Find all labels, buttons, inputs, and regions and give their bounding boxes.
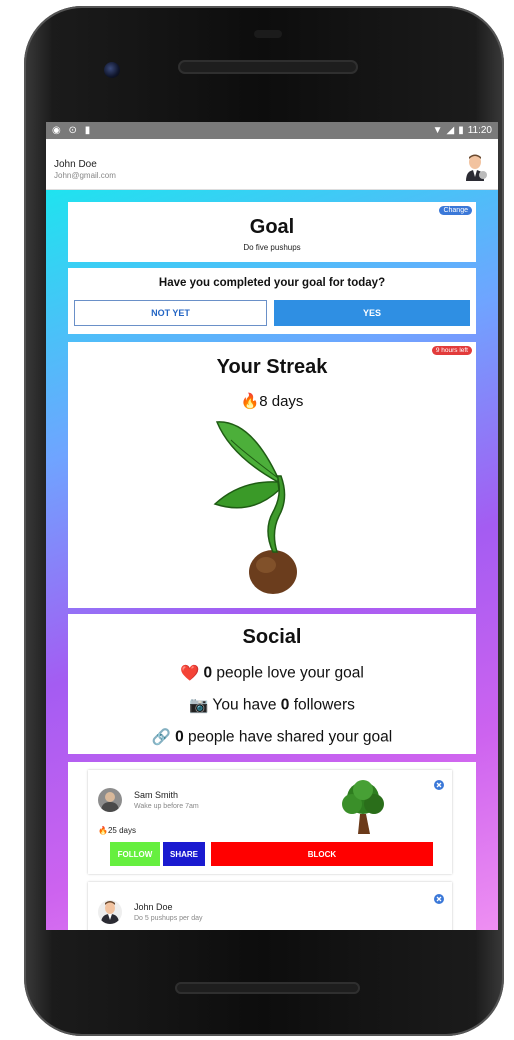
feed-actions: FOLLOW SHARE BLOCK: [88, 842, 452, 866]
fire-icon: 🔥: [98, 826, 108, 835]
close-icon[interactable]: [434, 780, 444, 790]
screen: ◉ ⊙ ▮ ▼ ◢ ▮ 11:20 John Doe John@gmail.co…: [46, 122, 498, 930]
status-time: 11:20: [467, 125, 492, 136]
sim-icon: ▮: [84, 125, 91, 136]
love-count-line: ❤️ 0 people love your goal: [180, 664, 364, 682]
block-button[interactable]: BLOCK: [211, 842, 433, 866]
tree-icon: [342, 780, 384, 834]
social-title: Social: [242, 626, 302, 648]
change-goal-button[interactable]: Change: [439, 206, 472, 215]
sprout-icon: [213, 421, 297, 594]
notification-icon: ◉: [52, 125, 61, 136]
hours-left-badge: 9 hours left: [431, 346, 472, 355]
avatar: [98, 788, 122, 812]
yes-button[interactable]: YES: [274, 300, 470, 326]
status-bar: ◉ ⊙ ▮ ▼ ◢ ▮ 11:20: [46, 122, 498, 139]
completion-card: Have you completed your goal for today? …: [68, 268, 476, 334]
social-card: Social ❤️ 0 people love your goal 📷 You ha…: [68, 614, 476, 754]
goal-card: Change Goal Do five pushups: [68, 202, 476, 262]
camera-icon: 📷: [189, 697, 209, 714]
close-icon[interactable]: [434, 894, 444, 904]
notification-icon: ⊙: [68, 125, 77, 136]
top-speaker: [178, 60, 358, 74]
followers-line: 📷 You have 0 followers: [189, 696, 355, 714]
love-count: 0: [203, 664, 213, 682]
front-camera-icon: [104, 62, 120, 78]
user-email: John@gmail.com: [54, 171, 116, 180]
earpiece: [254, 30, 282, 38]
link-icon: 🔗: [151, 729, 172, 746]
share-button[interactable]: SHARE: [163, 842, 205, 866]
completion-question: Have you completed your goal for today?: [158, 277, 386, 289]
bottom-speaker: [175, 982, 360, 994]
follow-button[interactable]: FOLLOW: [110, 842, 160, 866]
feed-user-name[interactable]: Sam Smith: [134, 790, 178, 800]
signal-icon: ◢: [446, 125, 455, 136]
content-area: Change Goal Do five pushups Have you com…: [46, 190, 498, 930]
streak-title: Your Streak: [216, 356, 328, 378]
feed-user-goal: Wake up before 7am: [134, 803, 199, 810]
app-bar: John Doe John@gmail.com: [46, 139, 498, 190]
wifi-icon: ▼: [432, 125, 443, 136]
avatar: [98, 900, 122, 924]
streak-days-text: 8 days: [259, 393, 304, 410]
not-yet-button[interactable]: NOT YET: [74, 300, 267, 326]
heart-icon: ❤️: [180, 665, 200, 682]
feed-user-goal: Do 5 pushups per day: [134, 915, 203, 922]
fire-icon: 🔥: [240, 393, 260, 410]
shared-count-line: 🔗 0 people have shared your goal: [151, 728, 393, 746]
shared-count: 0: [175, 728, 184, 746]
feed-list: Sam Smith Wake up before 7am 🔥25 days FO…: [68, 762, 476, 930]
feed-streak: 🔥25 days: [98, 826, 136, 835]
feed-item: John Doe Do 5 pushups per day: [88, 882, 452, 930]
feed-user-name[interactable]: John Doe: [134, 902, 173, 912]
streak-card: 9 hours left Your Streak 🔥8 days: [68, 342, 476, 608]
profile-avatar-icon[interactable]: [464, 153, 488, 181]
streak-days: 🔥8 days: [68, 392, 476, 410]
user-name: John Doe: [54, 159, 97, 170]
goal-description: Do five pushups: [243, 243, 301, 252]
battery-icon: ▮: [458, 125, 464, 136]
feed-item: Sam Smith Wake up before 7am 🔥25 days FO…: [88, 770, 452, 874]
goal-title: Goal: [249, 216, 295, 238]
